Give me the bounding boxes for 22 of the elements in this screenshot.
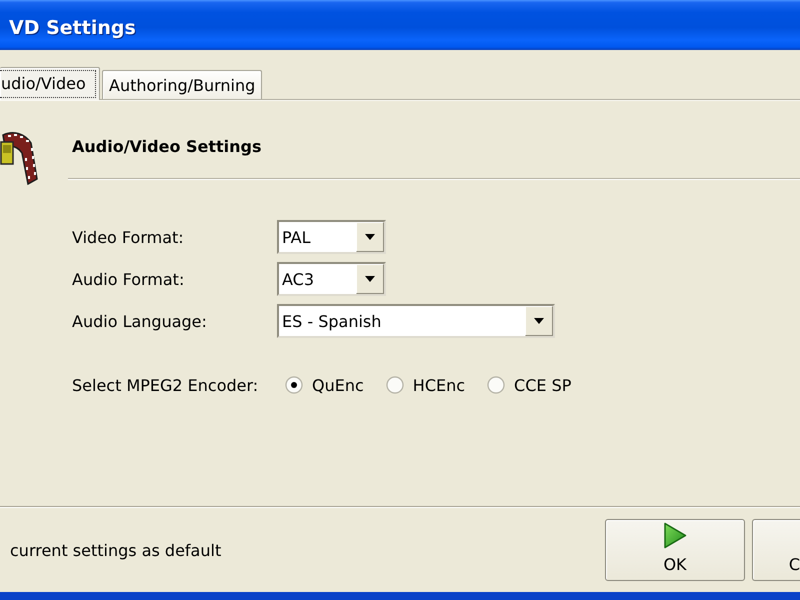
film-strip-icon	[0, 130, 38, 185]
dropdown-field[interactable]: AC3	[277, 262, 386, 296]
field-label: Audio Format:	[72, 270, 184, 288]
dropdown-field[interactable]: ES - Spanish	[277, 304, 555, 338]
tab[interactable]: Authoring/Burning	[102, 70, 262, 99]
encoder-label: Select MPEG2 Encoder:	[72, 376, 258, 394]
dialog-button[interactable]: OK	[605, 519, 745, 581]
caret-down-icon	[525, 306, 553, 336]
field-label: Audio Language:	[72, 312, 207, 330]
default-settings-text: current settings as default	[10, 540, 222, 560]
section-heading: Audio/Video Settings	[72, 137, 262, 157]
caret-down-icon	[356, 264, 384, 294]
caret-down-icon	[356, 222, 384, 252]
dropdown-field[interactable]: PAL	[277, 220, 386, 254]
window-title: VD Settings	[9, 17, 136, 39]
field-label: Video Format:	[72, 228, 184, 246]
radio-option[interactable]: CCE SP	[487, 376, 572, 394]
play-icon	[663, 522, 687, 549]
dialog-button[interactable]: C	[752, 519, 800, 581]
radio-option[interactable]: QuEnc	[285, 376, 364, 394]
radio-option[interactable]: HCEnc	[386, 376, 466, 394]
tab[interactable]: udio/Video	[0, 67, 100, 100]
